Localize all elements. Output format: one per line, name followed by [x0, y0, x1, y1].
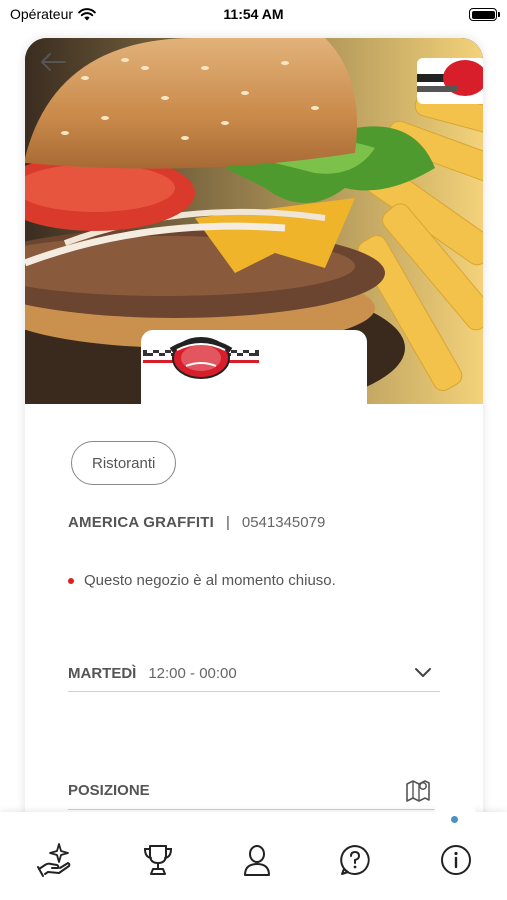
hand-sparkle-icon [37, 843, 71, 877]
position-label: POSIZIONE [68, 782, 150, 799]
america-graffiti-logo [143, 337, 259, 379]
category-label: Ristoranti [92, 454, 156, 472]
arrow-left-icon [41, 53, 66, 71]
user-icon [244, 845, 270, 876]
help-icon [340, 845, 370, 875]
status-time: 11:54 AM [223, 6, 284, 22]
store-logo [141, 330, 367, 404]
hours-day: MARTEDÌ [68, 665, 137, 682]
store-status-text: Questo negozio è al momento chiuso. [84, 572, 336, 589]
store-name: AMERICA GRAFFITI [68, 514, 214, 531]
tab-rewards[interactable] [138, 840, 178, 880]
bottom-tab-bar [0, 796, 507, 900]
back-button[interactable] [39, 52, 75, 82]
category-chip[interactable]: Ristoranti [71, 441, 177, 485]
status-bar: Opérateur 11:54 AM [0, 0, 507, 30]
store-card: Ristoranti AMERICA GRAFFITI | 0541345079… [25, 38, 483, 838]
hours-time: 12:00 - 00:00 [148, 665, 237, 682]
tab-profile[interactable] [237, 840, 277, 880]
chevron-down-icon [415, 668, 431, 677]
info-separator: | [225, 514, 230, 531]
trophy-icon [143, 845, 173, 875]
active-tab-indicator [451, 816, 458, 823]
store-info: AMERICA GRAFFITI | 0541345079 [68, 514, 325, 531]
hero-image [25, 38, 483, 404]
store-status: Questo negozio è al momento chiuso. [68, 572, 336, 589]
store-phone[interactable]: 0541345079 [242, 514, 325, 531]
tab-offers[interactable] [34, 840, 74, 880]
opening-hours-dropdown[interactable]: MARTEDÌ 12:00 - 00:00 [68, 656, 440, 692]
position-row[interactable]: POSIZIONE [68, 772, 440, 810]
map-icon[interactable] [404, 776, 432, 804]
closed-dot-icon [68, 577, 74, 584]
tab-help[interactable] [335, 840, 375, 880]
tab-info[interactable] [436, 840, 476, 880]
battery-icon [469, 8, 500, 21]
info-icon [441, 845, 471, 875]
